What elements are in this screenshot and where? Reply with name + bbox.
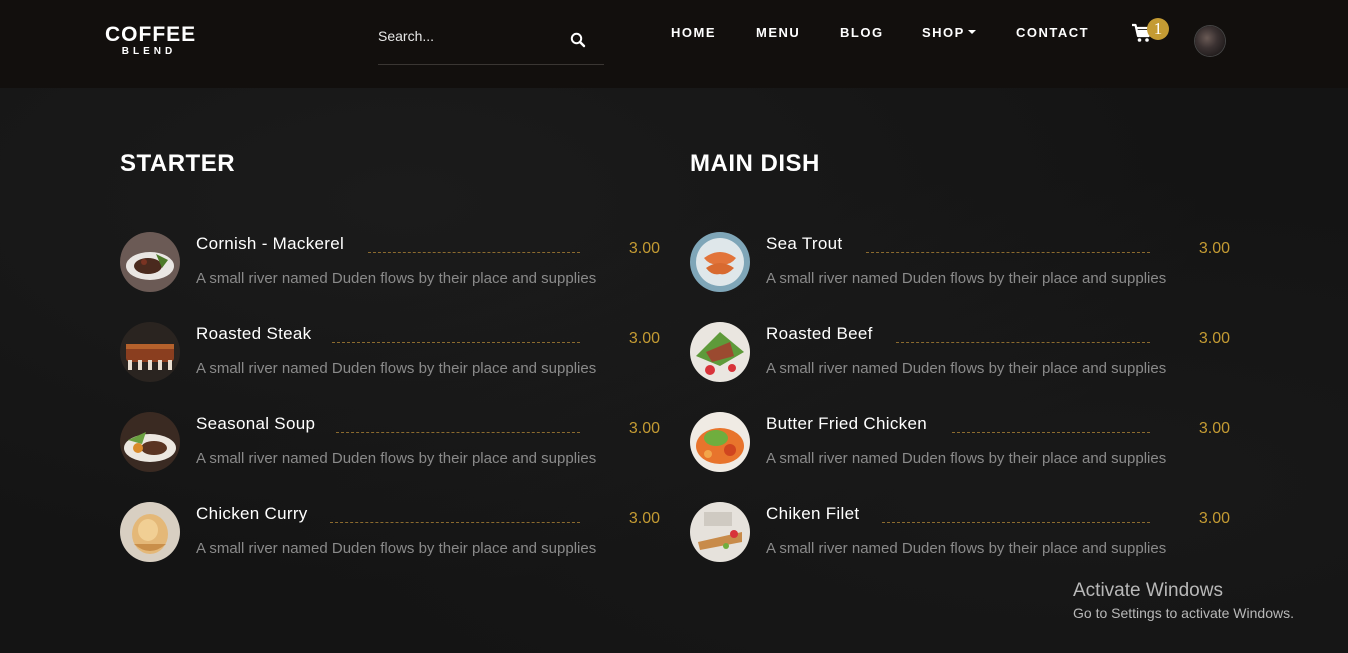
item-price: 3.00: [1198, 240, 1230, 257]
item-price: 3.00: [628, 240, 660, 257]
price-leader: [330, 522, 580, 523]
main-dish-title: MAIN DISH: [690, 150, 820, 177]
nav-shop[interactable]: SHOP: [922, 25, 976, 40]
search-icon[interactable]: [568, 26, 588, 48]
food-thumbnail: [690, 322, 750, 382]
item-description: A small river named Duden flows by their…: [196, 270, 597, 287]
watermark-title: Activate Windows: [1073, 580, 1223, 601]
price-leader: [882, 522, 1150, 523]
brand-subname: BLEND: [121, 46, 177, 57]
food-thumbnail: [120, 412, 180, 472]
price-leader: [368, 252, 580, 253]
nav-blog[interactable]: BLOG: [840, 25, 884, 40]
item-price: 3.00: [628, 330, 660, 347]
search-input[interactable]: [378, 26, 558, 46]
price-leader: [336, 432, 580, 433]
item-name: Roasted Steak: [196, 324, 312, 343]
menu-item[interactable]: Butter Fried Chicken 3.00 A small river …: [690, 412, 1230, 474]
item-name: Roasted Beef: [766, 324, 873, 343]
menu-item[interactable]: Sea Trout 3.00 A small river named Duden…: [690, 232, 1230, 294]
price-leader: [896, 342, 1150, 343]
menu-item[interactable]: Roasted Steak 3.00 A small river named D…: [120, 322, 660, 384]
item-description: A small river named Duden flows by their…: [766, 450, 1167, 467]
item-description: A small river named Duden flows by their…: [766, 360, 1167, 377]
price-leader: [866, 252, 1150, 253]
menu-item[interactable]: Roasted Beef 3.00 A small river named Du…: [690, 322, 1230, 384]
nav-contact[interactable]: CONTACT: [1016, 25, 1089, 40]
price-leader: [332, 342, 580, 343]
menu-item[interactable]: Cornish - Mackerel 3.00 A small river na…: [120, 232, 660, 294]
item-price: 3.00: [1198, 510, 1230, 527]
search-bar: [378, 22, 604, 65]
windows-activation-watermark: Activate Windows Go to Settings to activ…: [1073, 580, 1294, 623]
food-thumbnail: [120, 502, 180, 562]
food-thumbnail: [690, 412, 750, 472]
menu-item[interactable]: Chiken Filet 3.00 A small river named Du…: [690, 502, 1230, 564]
nav-menu[interactable]: MENU: [756, 25, 800, 40]
price-leader: [952, 432, 1150, 433]
brand-logo[interactable]: COFFEE BLEND: [105, 24, 195, 58]
avatar[interactable]: [1195, 26, 1225, 56]
cart-count-badge: 1: [1147, 18, 1169, 40]
item-description: A small river named Duden flows by their…: [196, 360, 597, 377]
food-thumbnail: [690, 232, 750, 292]
item-price: 3.00: [628, 510, 660, 527]
item-price: 3.00: [1198, 330, 1230, 347]
item-name: Cornish - Mackerel: [196, 234, 345, 253]
food-thumbnail: [120, 232, 180, 292]
item-name: Chicken Curry: [196, 504, 308, 523]
chevron-down-icon: [967, 30, 976, 34]
top-navbar: COFFEE BLEND HOME MENU BLOG SHOP CONTACT…: [0, 0, 1348, 88]
item-price: 3.00: [1198, 420, 1230, 437]
item-price: 3.00: [628, 420, 660, 437]
starter-title: STARTER: [120, 150, 236, 177]
nav-home[interactable]: HOME: [671, 25, 716, 40]
watermark-subtitle: Go to Settings to activate Windows.: [1073, 605, 1294, 621]
food-thumbnail: [120, 322, 180, 382]
nav-shop-label: SHOP: [922, 25, 965, 40]
item-description: A small river named Duden flows by their…: [196, 450, 597, 467]
menu-item[interactable]: Chicken Curry 3.00 A small river named D…: [120, 502, 660, 564]
item-description: A small river named Duden flows by their…: [196, 540, 597, 557]
item-name: Seasonal Soup: [196, 414, 316, 433]
menu-section: STARTER Cornish - Mackerel 3.00 A small …: [0, 88, 1348, 653]
item-description: A small river named Duden flows by their…: [766, 540, 1167, 557]
item-name: Butter Fried Chicken: [766, 414, 927, 433]
menu-item[interactable]: Seasonal Soup 3.00 A small river named D…: [120, 412, 660, 474]
brand-name: COFFEE: [105, 23, 197, 46]
food-thumbnail: [690, 502, 750, 562]
item-name: Chiken Filet: [766, 504, 860, 523]
item-name: Sea Trout: [766, 234, 843, 253]
item-description: A small river named Duden flows by their…: [766, 270, 1167, 287]
